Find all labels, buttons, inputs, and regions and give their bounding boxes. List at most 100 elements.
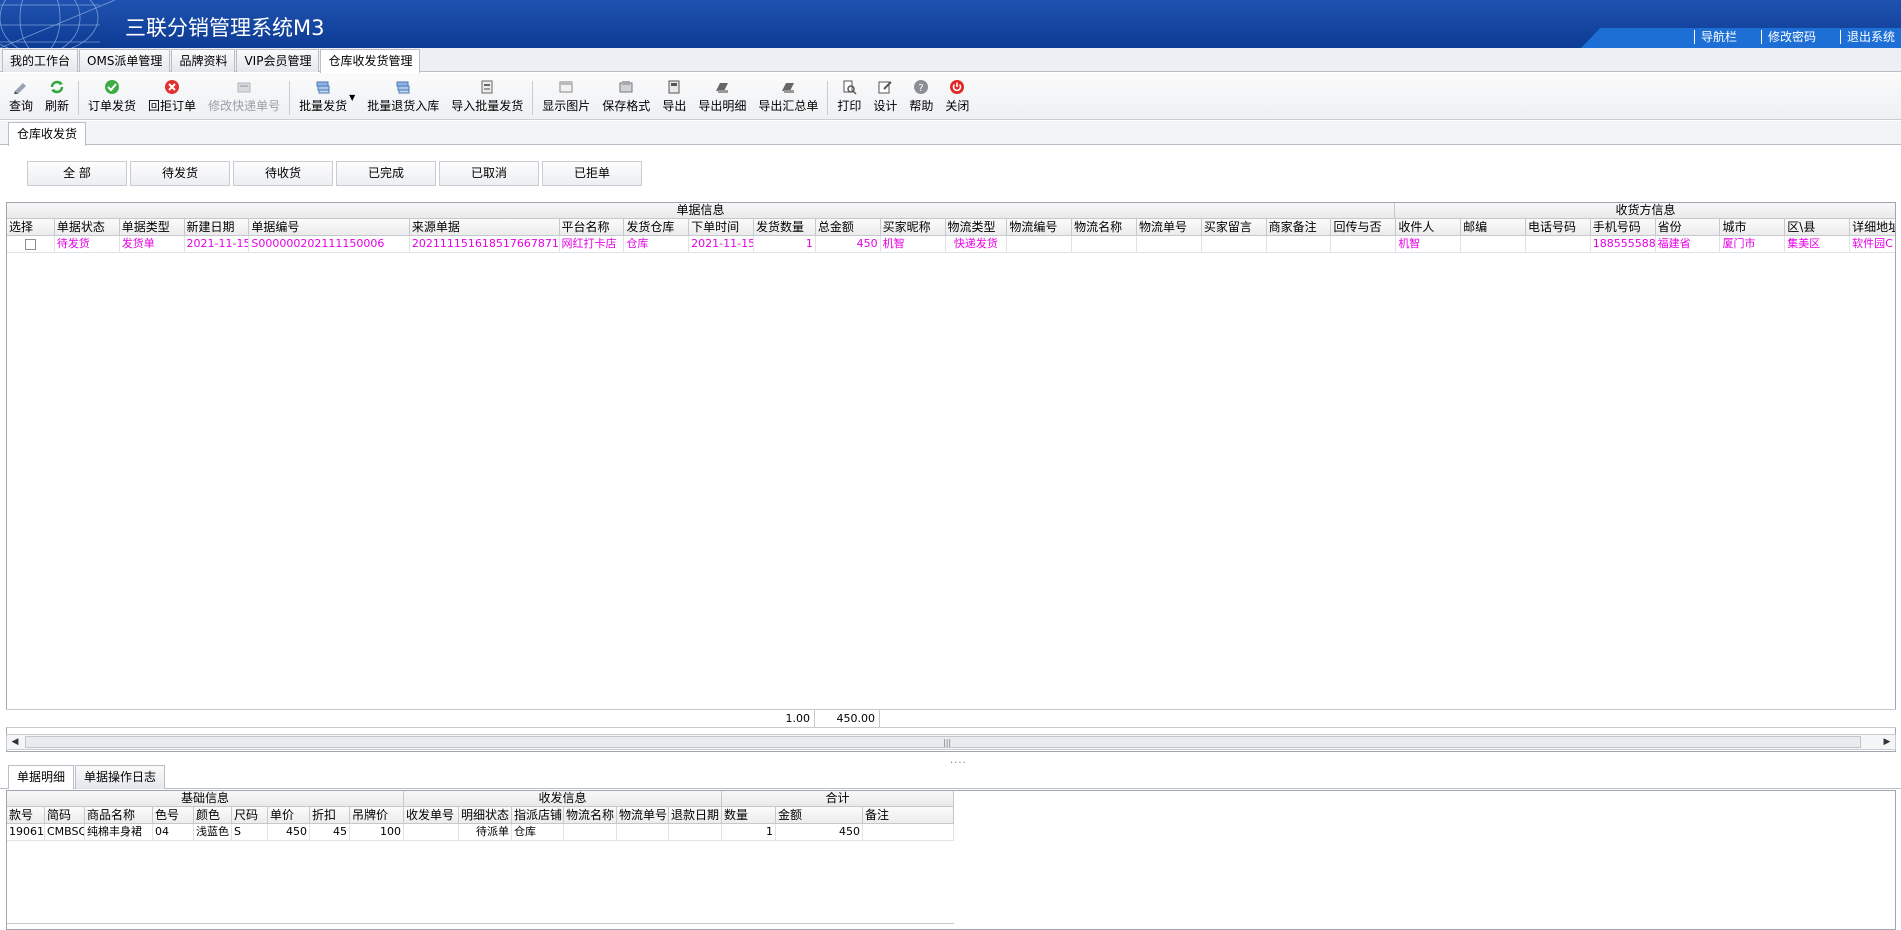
tab-workbench[interactable]: 我的工作台 xyxy=(2,49,79,72)
reject-order-button[interactable]: 回拒订单 xyxy=(142,73,202,114)
total-amount: 450.00 xyxy=(815,710,880,728)
tab-doc-detail[interactable]: 单据明细 xyxy=(8,765,75,789)
import-icon xyxy=(481,80,493,94)
design-button[interactable]: 设计 xyxy=(867,73,903,114)
filter-pending-ship-button[interactable]: 待发货 xyxy=(130,161,230,186)
grid-column-header: 选择 单据状态 单据类型 新建日期 单据编号 来源单据 平台名称 发货仓库 下单… xyxy=(7,219,1895,236)
col-logistics-name[interactable]: 物流名称 xyxy=(1072,219,1137,235)
col-d-tracking-no[interactable]: 物流单号 xyxy=(617,807,669,823)
col-note[interactable]: 备注 xyxy=(863,807,954,823)
refresh-button[interactable]: 刷新 xyxy=(39,73,75,114)
tab-doc-log[interactable]: 单据操作日志 xyxy=(75,765,166,789)
filter-all-button[interactable]: 全 部 xyxy=(27,161,127,186)
col-buyer[interactable]: 买家昵称 xyxy=(881,219,946,235)
cell-d-tracking-no xyxy=(617,824,669,840)
col-refund-date[interactable]: 退款日期 xyxy=(669,807,722,823)
col-logistics-type[interactable]: 物流类型 xyxy=(946,219,1008,235)
col-warehouse[interactable]: 发货仓库 xyxy=(624,219,690,235)
col-style-no[interactable]: 款号 xyxy=(7,807,45,823)
filter-pending-receive-button[interactable]: 待收货 xyxy=(233,161,333,186)
table-row[interactable]: 190618 CMBSQ 纯棉丰身裙 04 浅蓝色 S 450 45 100 待… xyxy=(7,824,954,841)
app-title: 三联分销管理系统M3 xyxy=(125,16,325,40)
tab-oms-dispatch[interactable]: OMS派单管理 xyxy=(79,49,171,72)
edit-express-no-button[interactable]: 修改快递单号 xyxy=(202,73,286,114)
import-batch-ship-button[interactable]: 导入批量发货 xyxy=(445,73,529,114)
col-d-amount[interactable]: 金额 xyxy=(776,807,863,823)
cell-size: S xyxy=(232,824,268,840)
col-size[interactable]: 尺码 xyxy=(232,807,268,823)
cell-color: 浅蓝色 xyxy=(194,824,232,840)
col-status[interactable]: 单据状态 xyxy=(55,219,120,235)
col-discount[interactable]: 折扣 xyxy=(310,807,350,823)
col-receiver[interactable]: 收件人 xyxy=(1396,219,1462,235)
tab-warehouse-shipping[interactable]: 仓库收发货管理 xyxy=(320,49,421,73)
batch-ship-button[interactable]: 批量发货 xyxy=(293,73,353,114)
close-button[interactable]: 关闭 xyxy=(939,73,975,114)
col-zip[interactable]: 邮编 xyxy=(1461,219,1526,235)
col-buyer-msg[interactable]: 买家留言 xyxy=(1202,219,1267,235)
col-color[interactable]: 颜色 xyxy=(194,807,232,823)
row-select-checkbox[interactable] xyxy=(24,239,36,250)
col-phone[interactable]: 电话号码 xyxy=(1526,219,1591,235)
batch-ship-dropdown-icon[interactable]: ▼ xyxy=(349,93,355,102)
filter-completed-button[interactable]: 已完成 xyxy=(336,161,436,186)
col-order-time[interactable]: 下单时间 xyxy=(689,219,754,235)
col-platform[interactable]: 平台名称 xyxy=(560,219,625,235)
group-ship-info: 收发信息 xyxy=(404,791,722,807)
col-d-qty[interactable]: 数量 xyxy=(722,807,776,823)
query-button[interactable]: 查询 xyxy=(3,73,39,114)
col-price[interactable]: 单价 xyxy=(268,807,310,823)
col-detail-status[interactable]: 明细状态 xyxy=(459,807,512,823)
batch-return-button[interactable]: 批量退货入库 xyxy=(361,73,445,114)
scrollbar-thumb[interactable]: ||| xyxy=(25,736,1861,748)
col-source[interactable]: 来源单据 xyxy=(410,219,560,235)
cell-buyer: 机智 xyxy=(881,236,946,252)
show-image-button[interactable]: 显示图片 xyxy=(536,73,596,114)
col-created[interactable]: 新建日期 xyxy=(185,219,250,235)
export-summary-button[interactable]: 导出汇总单 xyxy=(752,73,824,114)
logout-link[interactable]: 退出系统 xyxy=(1839,30,1901,44)
col-merchant-note[interactable]: 商家备注 xyxy=(1267,219,1332,235)
col-tag-price[interactable]: 吊牌价 xyxy=(350,807,404,823)
help-button[interactable]: ? 帮助 xyxy=(903,73,939,114)
ship-check-icon xyxy=(105,80,120,94)
col-select[interactable]: 选择 xyxy=(7,219,55,235)
change-password-link[interactable]: 修改密码 xyxy=(1760,30,1822,44)
filter-cancelled-button[interactable]: 已取消 xyxy=(439,161,539,186)
scroll-right-icon[interactable]: ▶ xyxy=(1879,735,1895,749)
col-tracking-no[interactable]: 物流单号 xyxy=(1137,219,1202,235)
col-address[interactable]: 详细地址 xyxy=(1850,219,1895,235)
save-format-button[interactable]: 保存格式 xyxy=(596,73,656,114)
col-shop[interactable]: 指派店铺 xyxy=(512,807,564,823)
col-color-no[interactable]: 色号 xyxy=(153,807,194,823)
col-city[interactable]: 城市 xyxy=(1720,219,1786,235)
filter-rejected-button[interactable]: 已拒单 xyxy=(542,161,642,186)
col-d-logistics-name[interactable]: 物流名称 xyxy=(564,807,617,823)
order-ship-button[interactable]: 订单发货 xyxy=(82,73,142,114)
print-button[interactable]: 打印 xyxy=(831,73,867,114)
detail-footer-line xyxy=(7,923,954,924)
col-callback[interactable]: 回传与否 xyxy=(1331,219,1397,235)
export-detail-button[interactable]: 导出明细 xyxy=(692,73,752,114)
tab-brand-info[interactable]: 品牌资料 xyxy=(171,49,236,72)
col-amount[interactable]: 总金额 xyxy=(816,219,881,235)
nav-bar-link[interactable]: 导航栏 xyxy=(1693,30,1743,44)
col-doc-no[interactable]: 单据编号 xyxy=(249,219,410,235)
col-type[interactable]: 单据类型 xyxy=(120,219,185,235)
tab-warehouse-shipping-page[interactable]: 仓库收发货 xyxy=(8,122,87,146)
export-button[interactable]: 导出 xyxy=(656,73,692,114)
col-logistics-code[interactable]: 物流编号 xyxy=(1007,219,1073,235)
tab-vip-members[interactable]: VIP会员管理 xyxy=(236,49,320,72)
table-row[interactable]: 待发货 发货单 2021-11-15 S000000202111150006 2… xyxy=(7,236,1895,253)
col-ship-no[interactable]: 收发单号 xyxy=(404,807,459,823)
horizontal-scrollbar[interactable]: ◀ ||| ▶ xyxy=(6,734,1896,750)
scroll-left-icon[interactable]: ◀ xyxy=(7,735,23,749)
col-product[interactable]: 商品名称 xyxy=(85,807,153,823)
col-mobile[interactable]: 手机号码 xyxy=(1591,219,1656,235)
col-short-code[interactable]: 简码 xyxy=(45,807,85,823)
print-icon xyxy=(843,80,857,95)
col-district[interactable]: 区\县 xyxy=(1785,219,1851,235)
toolbar-separator xyxy=(532,81,534,115)
col-qty[interactable]: 发货数量 xyxy=(754,219,816,235)
col-province[interactable]: 省份 xyxy=(1656,219,1721,235)
